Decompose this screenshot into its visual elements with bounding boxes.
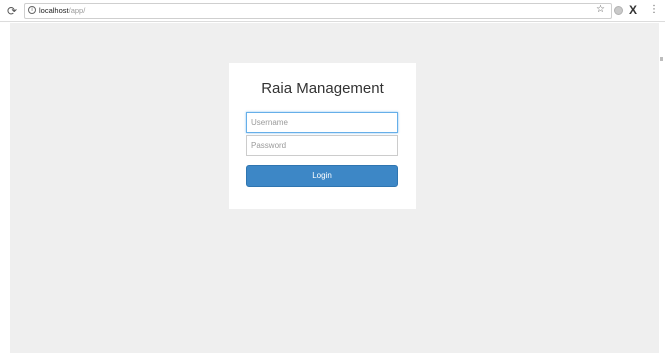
url-path: /app/ bbox=[68, 6, 86, 15]
url-host: localhost bbox=[39, 6, 69, 15]
login-button[interactable]: Login bbox=[246, 165, 398, 187]
login-card: Raia Management Login bbox=[229, 63, 416, 209]
password-input[interactable] bbox=[246, 135, 398, 156]
address-bar[interactable]: i localhost/app/ bbox=[24, 3, 612, 19]
username-input[interactable] bbox=[246, 112, 398, 133]
extension-icon[interactable] bbox=[614, 6, 623, 15]
browser-toolbar: ⟳ i localhost/app/ ☆ X ⋮ bbox=[0, 0, 665, 22]
page-title: Raia Management bbox=[261, 80, 384, 97]
reload-icon[interactable]: ⟳ bbox=[5, 4, 19, 18]
kebab-menu-icon[interactable]: ⋮ bbox=[649, 3, 659, 17]
scrollbar[interactable] bbox=[660, 57, 663, 61]
star-icon[interactable]: ☆ bbox=[596, 4, 605, 16]
info-icon[interactable]: i bbox=[28, 6, 36, 15]
x-extension-icon[interactable]: X bbox=[629, 2, 637, 18]
